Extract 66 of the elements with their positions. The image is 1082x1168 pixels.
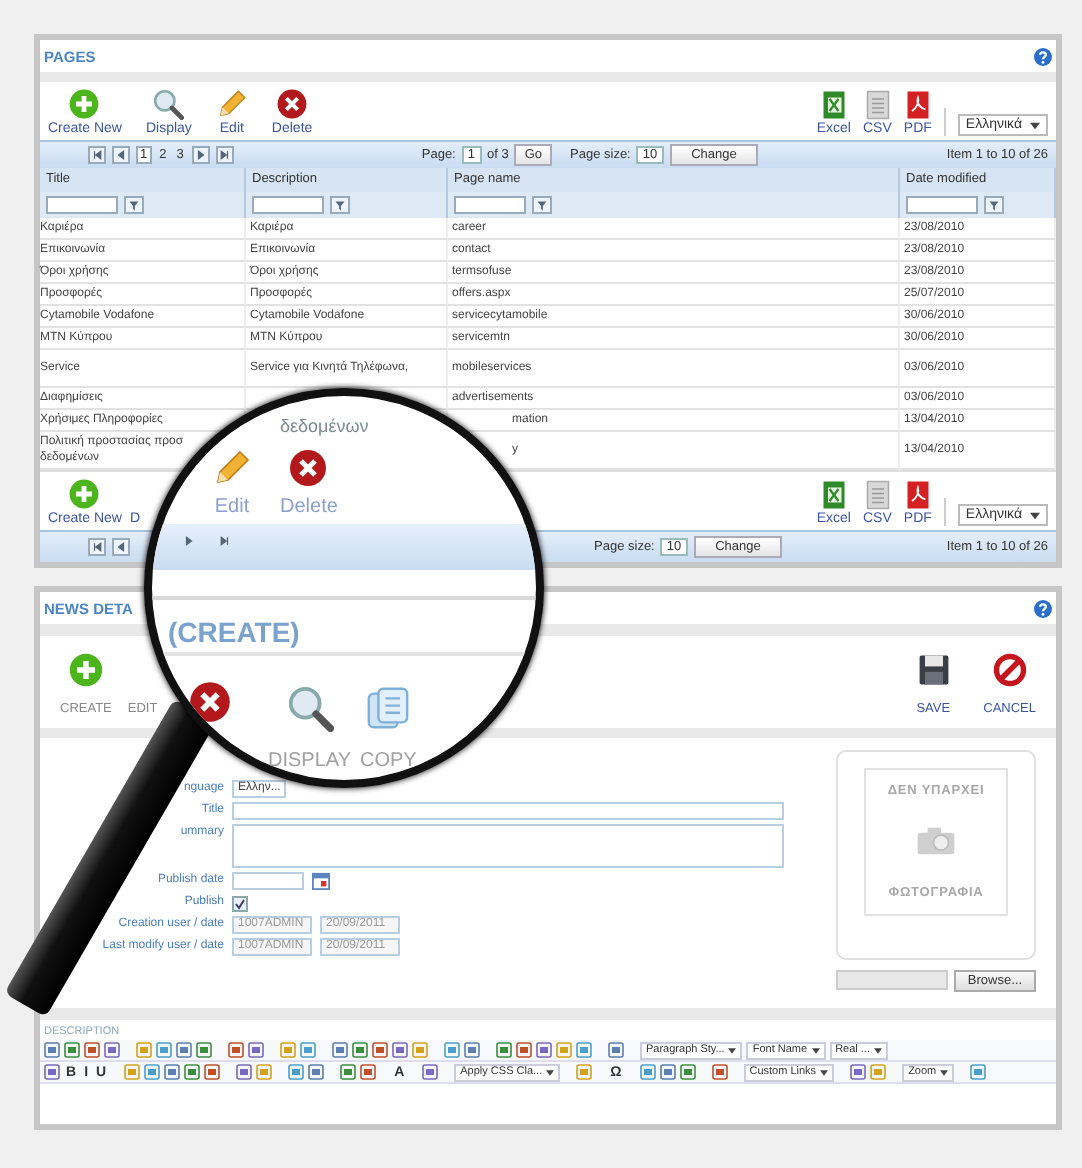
prev-page-button[interactable] xyxy=(112,538,130,556)
caret-icon xyxy=(546,1069,555,1075)
filter-field[interactable] xyxy=(454,196,526,214)
spreadsheet-icon xyxy=(821,480,846,510)
search-icon xyxy=(152,88,185,120)
caret-icon xyxy=(1030,121,1040,129)
document-icon xyxy=(865,90,890,120)
filter-button[interactable] xyxy=(124,196,144,214)
delete-icon xyxy=(288,448,329,488)
next-page-button[interactable] xyxy=(191,146,210,164)
plus-icon xyxy=(68,478,101,510)
last-page-button[interactable] xyxy=(215,146,234,164)
skip-back-icon xyxy=(92,150,102,160)
table-cell: δεδομένων xyxy=(280,416,369,436)
pencil-icon xyxy=(215,88,248,120)
caret-icon xyxy=(940,1069,949,1075)
back-icon xyxy=(116,542,126,552)
calendar-icon xyxy=(312,872,330,890)
pencil-icon xyxy=(212,448,252,488)
plus-icon xyxy=(68,88,101,120)
document-icon xyxy=(865,480,890,510)
skip-forward-icon xyxy=(219,150,230,160)
delete-icon xyxy=(276,88,309,120)
prohibition-icon xyxy=(991,652,1028,688)
summary-field[interactable] xyxy=(232,824,784,868)
skip-forward-icon xyxy=(220,536,230,546)
check-icon xyxy=(234,897,246,909)
file-field[interactable] xyxy=(836,970,948,990)
title-field[interactable] xyxy=(232,802,784,820)
skip-back-icon xyxy=(92,542,102,552)
filter-button[interactable] xyxy=(330,196,350,214)
pages-icon xyxy=(364,684,413,732)
search-icon xyxy=(285,684,334,732)
last-page-button[interactable] xyxy=(220,536,230,546)
back-icon xyxy=(116,150,126,160)
date-field[interactable] xyxy=(232,872,304,890)
play-icon xyxy=(184,536,194,546)
filter-button[interactable] xyxy=(984,196,1004,214)
caret-icon xyxy=(1030,511,1040,519)
file-icon xyxy=(905,90,930,120)
filter-field[interactable] xyxy=(906,196,978,214)
filter-field[interactable] xyxy=(46,196,118,214)
first-page-button[interactable] xyxy=(88,146,106,164)
funnel-icon xyxy=(988,199,1000,211)
funnel-icon xyxy=(536,199,548,211)
plus-icon xyxy=(67,652,104,688)
next-page-button[interactable] xyxy=(184,536,194,546)
funnel-icon xyxy=(128,199,140,211)
camera-icon xyxy=(916,826,956,857)
caret-icon xyxy=(874,1047,882,1053)
play-icon xyxy=(195,150,206,160)
funnel-icon xyxy=(334,199,346,211)
help-icon xyxy=(1034,47,1052,65)
delete-icon xyxy=(188,680,232,724)
panel-title: (CREATE) xyxy=(168,616,300,648)
filter-button[interactable] xyxy=(532,196,552,214)
spreadsheet-icon xyxy=(821,90,846,120)
caret-icon xyxy=(728,1047,737,1053)
filter-field[interactable] xyxy=(252,196,324,214)
file-icon xyxy=(905,480,930,510)
prev-page-button[interactable] xyxy=(112,146,130,164)
first-page-button[interactable] xyxy=(88,538,106,556)
help-icon xyxy=(1034,599,1052,617)
publish-checkbox[interactable] xyxy=(232,895,248,911)
caret-icon xyxy=(811,1047,820,1053)
caret-icon xyxy=(820,1069,829,1075)
